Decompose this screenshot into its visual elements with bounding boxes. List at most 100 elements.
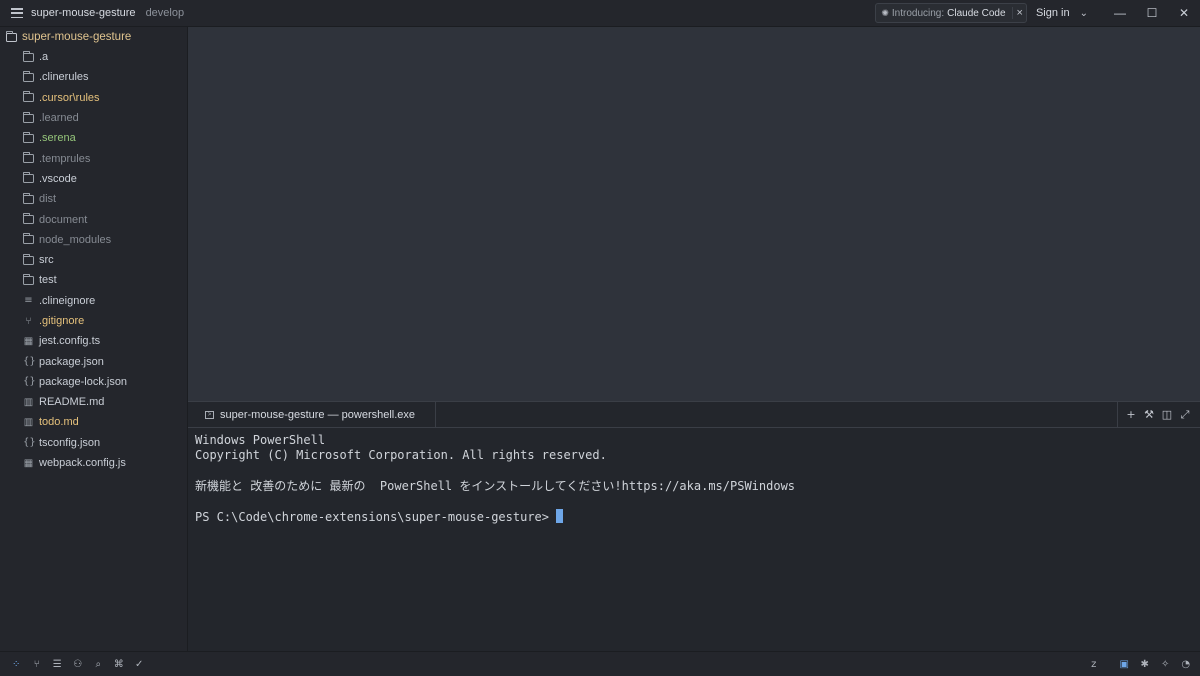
- notifications-icon[interactable]: ◔: [1176, 659, 1197, 670]
- tree-item[interactable]: ▦ webpack.config.js: [0, 453, 187, 473]
- terminal-prompt: PS C:\Code\chrome-extensions\super-mouse…: [195, 509, 550, 524]
- tree-item[interactable]: .a: [0, 47, 187, 67]
- json-icon: {}: [23, 376, 36, 388]
- project-panel: super-mouse-gesture .a .clinerules .cursor…: [0, 27, 188, 651]
- folder-icon: [23, 70, 34, 82]
- minimize-icon[interactable]: —: [1104, 6, 1136, 20]
- maximize-icon[interactable]: ☐: [1136, 6, 1168, 20]
- tree-item-label: node_modules: [39, 233, 112, 246]
- tree-item-label: todo.md: [39, 416, 79, 429]
- tree-item[interactable]: .clinerules: [0, 67, 187, 87]
- chevron-down-icon[interactable]: ⌄: [1080, 8, 1088, 19]
- git-branch-icon[interactable]: ⑂: [27, 659, 48, 670]
- tree-item-label: README.md: [39, 396, 105, 409]
- tree-item[interactable]: {} package-lock.json: [0, 372, 187, 392]
- outline-icon[interactable]: ☰: [47, 659, 68, 670]
- notice-product: Claude Code: [947, 7, 1006, 19]
- diagnostics-icon[interactable]: ⌘: [109, 659, 130, 670]
- tree-item-label: tsconfig.json: [39, 436, 101, 449]
- terminal-toggle-icon[interactable]: ▣: [1114, 659, 1135, 670]
- notice-close-icon[interactable]: ×: [1011, 7, 1023, 19]
- tree-item[interactable]: {} tsconfig.json: [0, 433, 187, 453]
- tree-item[interactable]: document: [0, 209, 187, 229]
- terminal-line: 新機能と 改善のために 最新の PowerShell をインストールしてください…: [195, 478, 796, 493]
- title-bar: super-mouse-gesture develop ✺ Introducin…: [0, 0, 1200, 27]
- js-icon: ▦: [23, 457, 34, 469]
- tree-item[interactable]: ⑂ .gitignore: [0, 311, 187, 331]
- split-pane-icon[interactable]: ◫: [1158, 408, 1176, 421]
- tree-item[interactable]: ▥ README.md: [0, 392, 187, 412]
- branch-name[interactable]: develop: [146, 7, 185, 19]
- project-name[interactable]: super-mouse-gesture: [31, 7, 136, 19]
- tree-item-label: src: [39, 254, 54, 267]
- folder-icon: [23, 213, 34, 225]
- book-icon: ▥: [23, 416, 34, 428]
- folder-open-icon: [6, 30, 17, 42]
- tree-item-label: .vscode: [39, 172, 77, 185]
- tree-item-label: jest.config.ts: [39, 335, 101, 348]
- folder-icon: [23, 253, 34, 265]
- collab-icon[interactable]: ⚇: [68, 659, 89, 670]
- folder-icon: [23, 152, 34, 164]
- tree-item-label: .serena: [39, 132, 76, 145]
- terminal-output[interactable]: Windows PowerShell Copyright (C) Microso…: [188, 428, 1200, 524]
- folder-icon: [23, 192, 34, 204]
- tree-item[interactable]: ▦ jest.config.ts: [0, 331, 187, 351]
- sign-in-button[interactable]: Sign in: [1036, 7, 1070, 19]
- tree-item-label: .learned: [39, 112, 79, 125]
- tree-item[interactable]: node_modules: [0, 230, 187, 250]
- git-icon: ⑂: [25, 315, 32, 327]
- tree-item[interactable]: .cursor\rules: [0, 88, 187, 108]
- debug-icon[interactable]: ✱: [1135, 659, 1156, 670]
- hamburger-menu-icon[interactable]: [11, 8, 23, 18]
- folder-icon: [23, 111, 34, 123]
- tree-item[interactable]: src: [0, 250, 187, 270]
- tree-item[interactable]: dist: [0, 189, 187, 209]
- ts-icon: ▦: [23, 335, 34, 347]
- close-window-icon[interactable]: ✕: [1168, 6, 1200, 20]
- terminal-tab[interactable]: > super-mouse-gesture — powershell.exe: [188, 402, 437, 427]
- ai-assistant-icon[interactable]: ✧: [1155, 659, 1176, 670]
- tree-item-label: document: [39, 213, 88, 226]
- tree-item-label: package.json: [39, 355, 104, 368]
- tree-item-label: .temprules: [39, 152, 91, 165]
- tree-item[interactable]: ▥ todo.md: [0, 412, 187, 432]
- status-bar: ⁘ ⑂ ☰ ⚇ ⌕ ⌘ ✓ z ▣ ✱ ✧ ◔: [0, 651, 1200, 676]
- tree-item-label: webpack.config.js: [39, 457, 126, 470]
- tree-item[interactable]: ≡ .clineignore: [0, 291, 187, 311]
- terminal-tab-bar: > super-mouse-gesture — powershell.exe +…: [188, 402, 1200, 428]
- folder-icon: [23, 233, 34, 245]
- check-icon[interactable]: ✓: [129, 659, 150, 670]
- tools-icon[interactable]: ⚒: [1140, 408, 1158, 421]
- book-icon: ▥: [23, 396, 34, 408]
- search-icon[interactable]: ⌕: [88, 659, 109, 670]
- expand-icon[interactable]: ⤢: [1176, 408, 1194, 422]
- folder-icon: [23, 91, 34, 103]
- tree-item-label: .clinerules: [39, 71, 89, 84]
- tree-item[interactable]: {} package.json: [0, 351, 187, 371]
- terminal-panel: > super-mouse-gesture — powershell.exe +…: [188, 401, 1200, 651]
- tree-item[interactable]: .learned: [0, 108, 187, 128]
- tree-item[interactable]: .temprules: [0, 148, 187, 168]
- new-terminal-icon[interactable]: +: [1122, 408, 1140, 421]
- folder-icon: [23, 273, 34, 285]
- tree-item-label: .gitignore: [39, 315, 85, 327]
- project-panel-icon[interactable]: ⁘: [6, 659, 27, 670]
- terminal-actions: + ⚒ ◫ ⤢: [1117, 402, 1194, 427]
- tree-item-label: test: [39, 274, 57, 287]
- folder-icon: [23, 50, 34, 62]
- json-icon: {}: [23, 437, 36, 449]
- project-root-label: super-mouse-gesture: [22, 31, 132, 43]
- terminal-tab-title: super-mouse-gesture — powershell.exe: [220, 408, 416, 421]
- editor-area[interactable]: [188, 27, 1200, 401]
- tree-item[interactable]: test: [0, 270, 187, 290]
- tree-item[interactable]: .serena: [0, 128, 187, 148]
- tree-item[interactable]: .vscode: [0, 169, 187, 189]
- sleep-icon[interactable]: z: [1084, 659, 1105, 670]
- terminal-line: Windows PowerShell: [195, 433, 326, 447]
- tree-item-label: .a: [39, 51, 49, 64]
- project-root[interactable]: super-mouse-gesture: [0, 27, 187, 47]
- claude-code-notice[interactable]: ✺ Introducing: Claude Code ×: [875, 3, 1027, 23]
